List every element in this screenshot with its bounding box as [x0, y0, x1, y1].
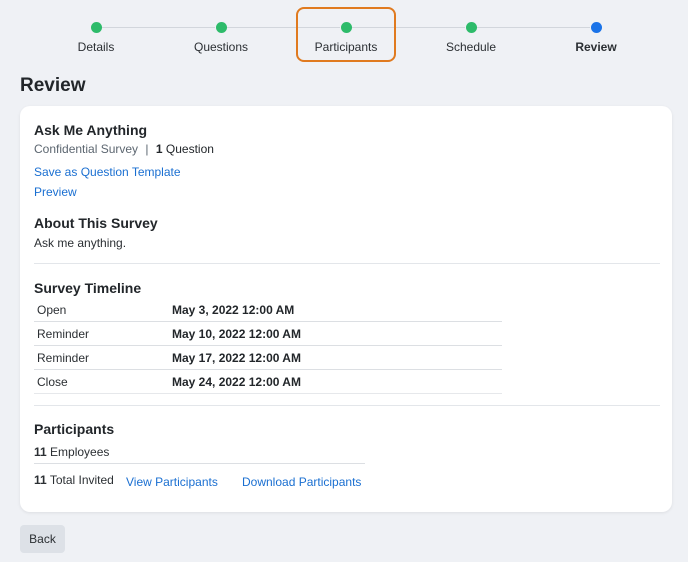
- participants-divider: [34, 463, 365, 464]
- question-count: 1: [155, 142, 163, 156]
- invited-label: Total Invited: [49, 473, 114, 487]
- download-participants-link[interactable]: Download Participants: [242, 475, 361, 489]
- step-current-icon: [590, 22, 602, 33]
- about-text: Ask me anything.: [34, 236, 127, 250]
- timeline-label: Close: [37, 375, 68, 389]
- section-divider: [34, 405, 660, 406]
- step-label: Questions: [193, 40, 249, 54]
- timeline-table: Open May 3, 2022 12:00 AM Reminder May 1…: [34, 298, 502, 394]
- employees-summary: 11 Employees: [34, 445, 109, 459]
- employees-label: Employees: [50, 445, 110, 459]
- timeline-label: Reminder: [37, 327, 90, 341]
- timeline-row: Open May 3, 2022 12:00 AM: [34, 298, 502, 322]
- invited-summary: 11 Total Invited: [34, 473, 114, 487]
- timeline-value: May 17, 2022 12:00 AM: [172, 351, 301, 365]
- timeline-label: Open: [37, 303, 67, 317]
- step-label: Review: [575, 40, 617, 54]
- participants-heading: Participants: [34, 421, 115, 437]
- step-details[interactable]: Details: [46, 22, 146, 54]
- timeline-value: May 24, 2022 12:00 AM: [172, 375, 301, 389]
- review-card: Ask Me Anything Confidential Survey | 1 …: [20, 106, 672, 512]
- timeline-label: Reminder: [37, 351, 90, 365]
- step-questions[interactable]: Questions: [171, 22, 271, 54]
- timeline-value: May 10, 2022 12:00 AM: [172, 327, 301, 341]
- timeline-heading: Survey Timeline: [34, 280, 142, 296]
- page-title: Review: [20, 75, 86, 96]
- timeline-row: Reminder May 17, 2022 12:00 AM: [34, 346, 502, 370]
- step-complete-icon: [215, 22, 227, 33]
- progress-stepper: Details Questions Participants Schedule …: [0, 0, 688, 70]
- step-label: Schedule: [445, 40, 497, 54]
- survey-name: Ask Me Anything: [34, 122, 148, 138]
- employees-count: 11: [34, 445, 47, 459]
- step-complete-icon: [465, 22, 477, 33]
- save-template-link[interactable]: Save as Question Template: [34, 165, 181, 179]
- timeline-row: Close May 24, 2022 12:00 AM: [34, 370, 502, 394]
- meta-separator: |: [145, 142, 149, 156]
- survey-meta: Confidential Survey | 1 Question: [34, 142, 214, 156]
- step-review[interactable]: Review: [546, 22, 646, 54]
- section-divider: [34, 263, 660, 264]
- step-highlight-box: [296, 7, 396, 62]
- invited-count: 11: [34, 473, 47, 487]
- step-complete-icon: [90, 22, 102, 33]
- step-schedule[interactable]: Schedule: [421, 22, 521, 54]
- timeline-value: May 3, 2022 12:00 AM: [172, 303, 295, 317]
- question-count-label: Question: [165, 142, 214, 156]
- view-participants-link[interactable]: View Participants: [126, 475, 218, 489]
- survey-type: Confidential Survey: [34, 142, 139, 156]
- step-label: Details: [77, 40, 115, 54]
- preview-link[interactable]: Preview: [34, 185, 77, 199]
- about-heading: About This Survey: [34, 215, 158, 231]
- timeline-row: Reminder May 10, 2022 12:00 AM: [34, 322, 502, 346]
- back-button[interactable]: Back: [20, 525, 65, 553]
